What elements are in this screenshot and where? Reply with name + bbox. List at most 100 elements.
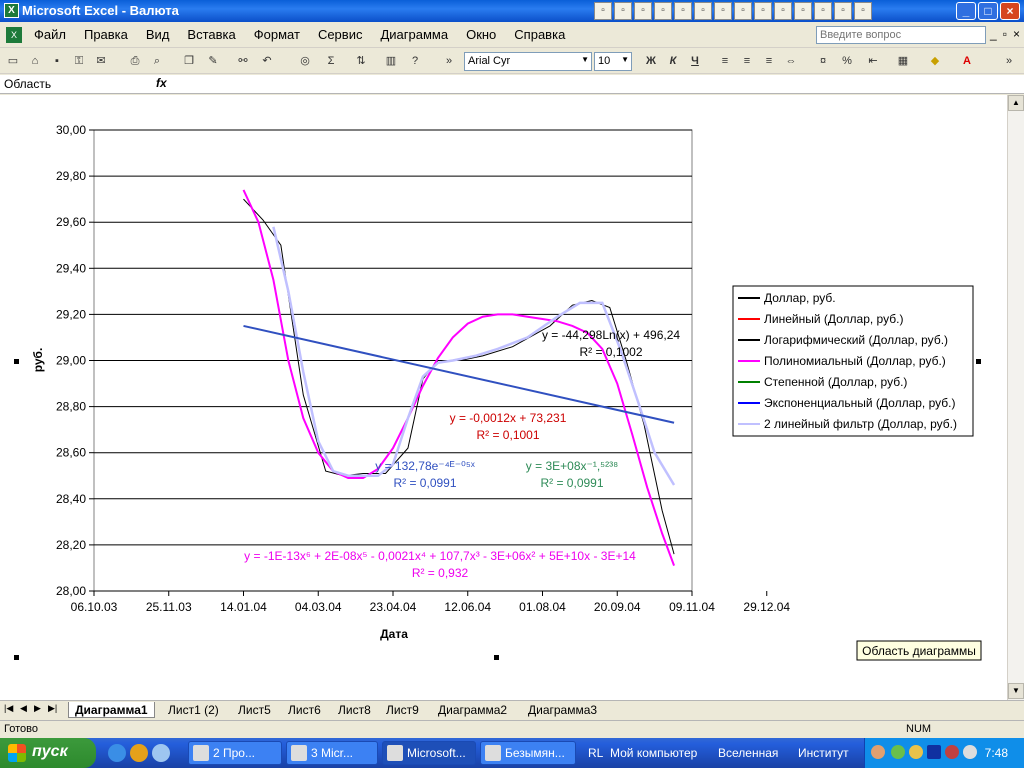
folder-icon[interactable]: ▫ [834,2,852,20]
selection-handle[interactable] [494,655,499,660]
trendline-equation-3[interactable]: R² = 0,0991 [540,476,603,490]
mail-icon[interactable]: ✉ [92,52,110,70]
menu-item-0[interactable]: Файл [34,27,66,42]
close-button[interactable]: × [1000,2,1020,20]
maximize-button[interactable]: □ [978,2,998,20]
format-painter-icon[interactable]: ✎ [204,52,222,70]
chart-area[interactable]: 28,00 28,20 28,40 28,60 28,80 29,00 29,20 29,40… [0,95,1007,700]
align-left-icon[interactable]: ≡ [716,52,734,70]
excel-icon[interactable]: ▫ [734,2,752,20]
selection-handle[interactable] [14,359,19,364]
insert-hyperlink-icon[interactable]: ⚯ [234,52,252,70]
trendline-equation-2[interactable]: y = 132,78e⁻⁴ᴱ⁻⁰⁵ˣ [375,459,475,473]
currency-icon[interactable]: ¤ [814,52,832,70]
sheet-tab-3[interactable]: Лист6 [282,702,327,718]
ie-icon[interactable] [108,744,126,762]
fx-icon[interactable]: fx [156,76,167,90]
y-axis-title[interactable]: руб. [31,348,45,373]
trendline-equation-1[interactable]: R² = 0,1001 [476,428,539,442]
menu-item-4[interactable]: Формат [254,27,300,42]
sheet-tab-5[interactable]: Лист9 [380,702,425,718]
fill-color-icon[interactable]: ◆ [926,52,944,70]
media-icon[interactable] [130,744,148,762]
start-button[interactable]: пуск [0,738,96,768]
document-icon[interactable]: X [6,27,22,43]
save-icon[interactable]: ▪ [48,52,66,70]
tray-folder-icon[interactable] [909,745,923,759]
tray-volume-icon[interactable] [963,745,977,759]
autosum-icon[interactable]: Σ [322,52,340,70]
last-sheet-icon[interactable]: ▶| [48,703,57,714]
taskbar-link-1[interactable]: Мой компьютер [610,746,697,760]
toolbar-options-icon[interactable]: » [440,52,458,70]
menu-item-5[interactable]: Сервис [318,27,363,42]
menu-item-7[interactable]: Окно [466,27,496,42]
hyperlink-icon[interactable]: ◎ [296,52,314,70]
font-size-select[interactable]: 10 ▼ [594,52,632,71]
word-icon[interactable]: ▫ [714,2,732,20]
bold-button[interactable]: Ж [642,52,660,70]
task-button-2[interactable]: Microsoft... [382,741,476,765]
powerpoint-icon[interactable]: ▫ [754,2,772,20]
sheet-tab-0[interactable]: Диаграмма1 [68,702,155,718]
selection-handle[interactable] [976,359,981,364]
underline-button[interactable]: Ч [686,52,704,70]
pen-icon[interactable]: ▫ [694,2,712,20]
trendline-equation-1[interactable]: y = -0,0012x + 73,231 [450,411,567,425]
doc-icon[interactable]: ▫ [614,2,632,20]
sheet-tab-2[interactable]: Лист5 [232,702,277,718]
menu-item-8[interactable]: Справка [514,27,565,42]
task-button-3[interactable]: Безымян... [480,741,576,765]
borders-icon[interactable]: ▦ [894,52,912,70]
sheet-tab-6[interactable]: Диаграмма2 [432,702,513,718]
preview-icon[interactable]: ⌕ [148,52,166,70]
help-icon[interactable]: ? [406,52,424,70]
menu-item-2[interactable]: Вид [146,27,170,42]
merge-icon[interactable]: ⇔ [782,52,800,70]
note-icon[interactable]: ▫ [654,2,672,20]
frontpage-icon[interactable]: ▫ [814,2,832,20]
align-center-icon[interactable]: ≡ [738,52,756,70]
new-icon[interactable]: ▭ [4,52,22,70]
taskbar-link-0[interactable]: RL [588,746,603,760]
trendline-equation-2[interactable]: R² = 0,0991 [393,476,456,490]
decrease-indent-icon[interactable]: ⇤ [864,52,882,70]
chart-wizard-icon[interactable]: ▥ [382,52,400,70]
access-icon[interactable]: ▫ [774,2,792,20]
toolbar-options-icon[interactable]: » [1000,52,1018,70]
tray-media-icon[interactable] [927,745,941,759]
trendline-equation-0[interactable]: y = -44,298Ln(x) + 496,24 [542,328,680,342]
menu-item-1[interactable]: Правка [84,27,128,42]
align-right-icon[interactable]: ≡ [760,52,778,70]
italic-button[interactable]: К [664,52,682,70]
trendline-equation-4[interactable]: y = -1E-13x⁶ + 2E-08x⁵ - 0,0021x⁴ + 107,… [244,549,636,563]
sheet-tab-4[interactable]: Лист8 [332,702,377,718]
tray-app-icon[interactable] [891,745,905,759]
first-sheet-icon[interactable]: |◀ [4,703,13,714]
prev-sheet-icon[interactable]: ◀ [20,703,27,714]
sort-icon[interactable]: ⇅ [352,52,370,70]
doc-close-button[interactable]: × [1013,27,1020,41]
outlook-icon[interactable]: ▫ [794,2,812,20]
task-button-0[interactable]: 2 Про... [188,741,282,765]
mail-icon[interactable]: ▫ [594,2,612,20]
scroll-up-icon[interactable]: ▲ [1008,95,1024,111]
percent-button[interactable]: % [838,52,856,70]
task-icon[interactable]: ▫ [634,2,652,20]
excel-app-icon[interactable]: X [4,3,19,18]
copy-icon[interactable]: ❐ [180,52,198,70]
undo-icon[interactable]: ↶ [258,52,276,70]
tray-lang-icon[interactable] [945,745,959,759]
vertical-scrollbar[interactable]: ▲ ▼ [1007,95,1024,700]
help-search-input[interactable] [816,26,986,44]
trendline-equation-4[interactable]: R² = 0,932 [412,566,469,580]
open-icon[interactable]: ⌂ [26,52,44,70]
doc-minimize-button[interactable]: _ [990,27,997,41]
next-sheet-icon[interactable]: ▶ [34,703,41,714]
trendline-equation-3[interactable]: y = 3E+08x⁻¹,⁵²³⁸ [526,459,618,473]
tray-arrow-icon[interactable] [871,745,885,759]
font-color-icon[interactable]: A [958,52,976,70]
scroll-down-icon[interactable]: ▼ [1008,683,1024,699]
taskbar-link-2[interactable]: Вселенная [718,746,778,760]
calendar-icon[interactable]: ▫ [674,2,692,20]
